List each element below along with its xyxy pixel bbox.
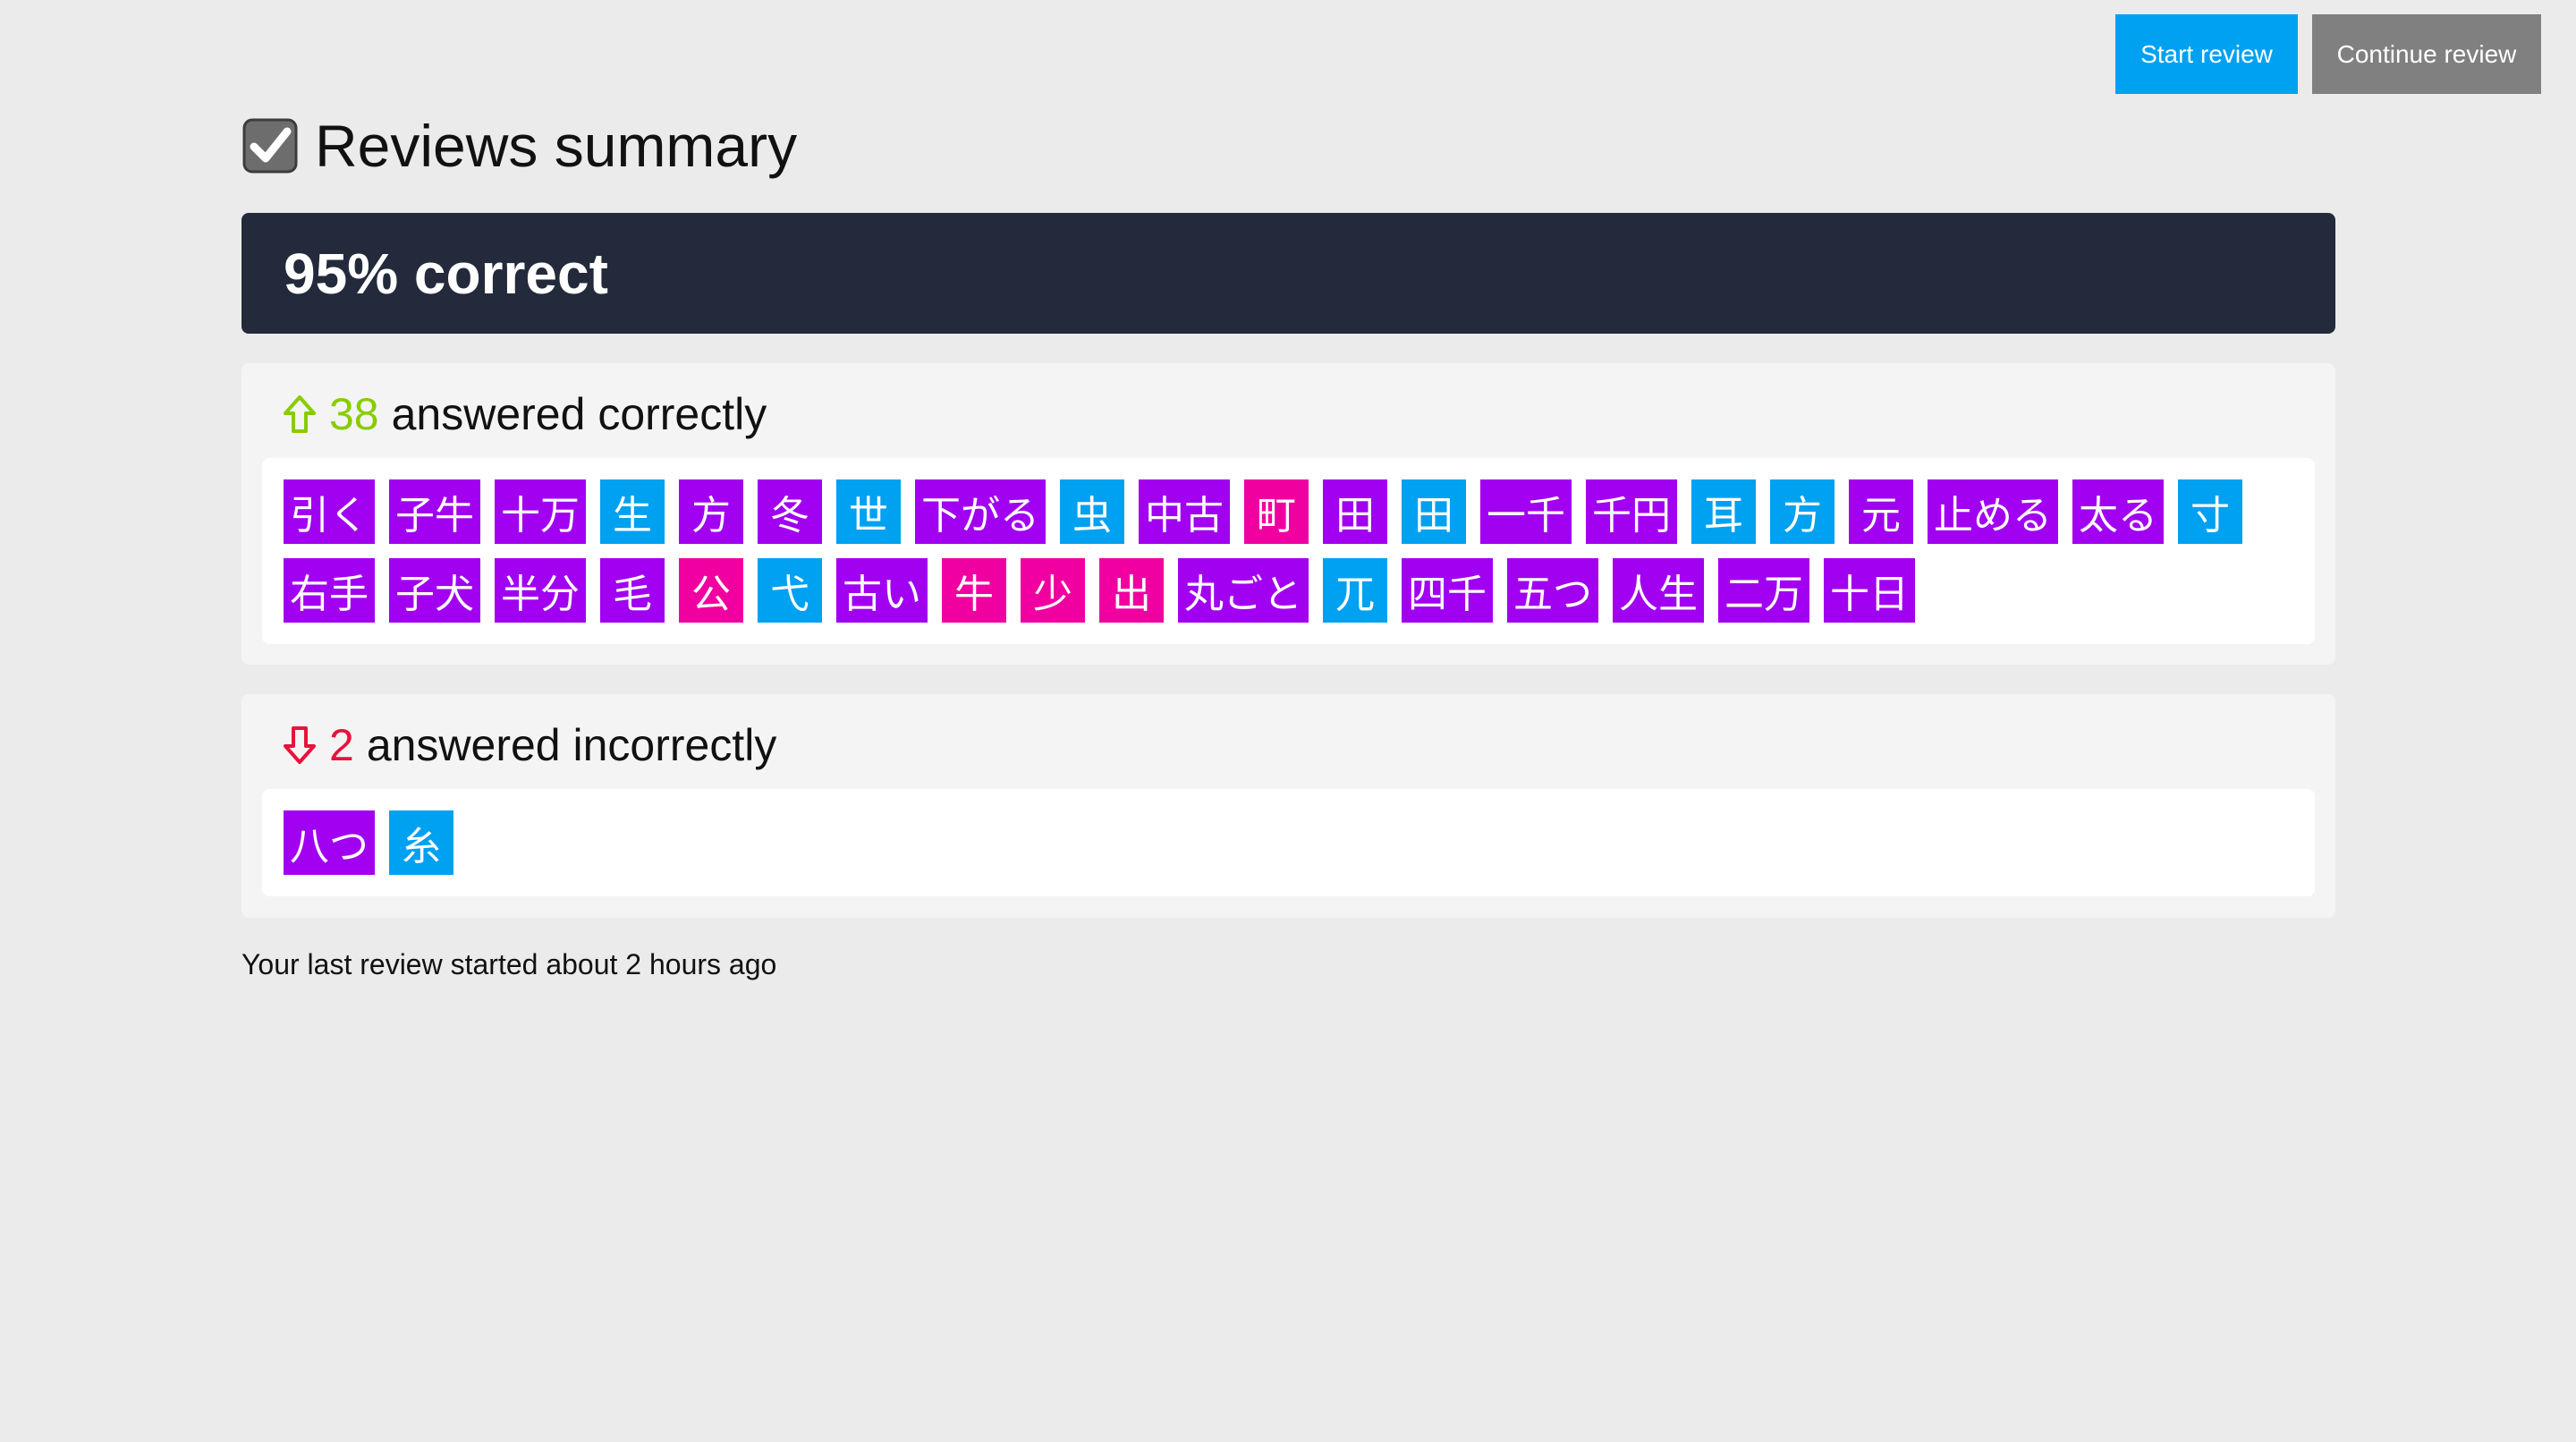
review-item-vocabulary[interactable]: 子犬 <box>389 558 480 623</box>
review-item-radical[interactable]: 生 <box>600 479 665 544</box>
review-item-radical[interactable]: 耳 <box>1691 479 1756 544</box>
review-item-vocabulary[interactable]: 田 <box>1323 479 1387 544</box>
checkbox-checked-icon <box>242 118 298 174</box>
review-item-kanji[interactable]: 出 <box>1099 558 1164 623</box>
review-item-vocabulary[interactable]: 右手 <box>284 558 375 623</box>
arrow-down-icon <box>284 726 316 764</box>
score-text: 95% correct <box>284 241 608 306</box>
correct-items-list: 引く 子牛 十万生方冬世下がる虫中古町田田一千 千円耳方元止める 太る寸右手 子犬 半分毛公… <box>284 479 2294 623</box>
review-item-vocabulary[interactable]: 方 <box>679 479 743 544</box>
review-item-kanji[interactable]: 公 <box>679 558 743 623</box>
arrow-up-icon <box>284 395 316 433</box>
review-item-kanji[interactable]: 町 <box>1244 479 1309 544</box>
incorrect-label: answered incorrectly <box>366 720 777 770</box>
review-item-vocabulary[interactable]: 毛 <box>600 558 665 623</box>
review-item-vocabulary[interactable]: 元 <box>1849 479 1913 544</box>
review-item-vocabulary[interactable]: 下がる <box>915 479 1046 544</box>
continue-review-button[interactable]: Continue review <box>2312 14 2541 94</box>
review-item-kanji[interactable]: 少 <box>1021 558 1085 623</box>
incorrect-items-box: 八つ糸 <box>262 789 2315 896</box>
incorrect-count: 2 <box>329 720 354 770</box>
review-item-vocabulary[interactable]: 冬 <box>758 479 822 544</box>
review-item-vocabulary[interactable]: 四千 <box>1402 558 1493 623</box>
review-item-vocabulary[interactable]: 二万 <box>1718 558 1809 623</box>
review-item-radical[interactable]: 田 <box>1402 479 1466 544</box>
score-banner: 95% correct <box>242 213 2335 334</box>
review-item-radical[interactable]: 虫 <box>1060 479 1124 544</box>
review-item-vocabulary[interactable]: 引く <box>284 479 375 544</box>
review-item-radical[interactable]: 方 <box>1770 479 1835 544</box>
page-title: Reviews summary <box>315 113 798 179</box>
correct-items-box: 引く 子牛 十万生方冬世下がる虫中古町田田一千 千円耳方元止める 太る寸右手 子犬 半分毛公… <box>262 458 2315 644</box>
correct-section: 38 answered correctly 引く 子牛 十万生方冬世下がる虫中古町田… <box>242 363 2335 665</box>
review-item-vocabulary[interactable]: 千円 <box>1586 479 1677 544</box>
top-toolbar: Start review Continue review <box>2115 14 2541 94</box>
review-item-radical[interactable]: 弋 <box>758 558 822 623</box>
review-item-radical[interactable]: 世 <box>836 479 901 544</box>
review-item-vocabulary[interactable]: 十日 <box>1824 558 1915 623</box>
review-item-vocabulary[interactable]: 人生 <box>1613 558 1704 623</box>
review-item-radical[interactable]: 寸 <box>2178 479 2242 544</box>
review-item-vocabulary[interactable]: 止める <box>1928 479 2058 544</box>
review-item-vocabulary[interactable]: 古い <box>836 558 928 623</box>
review-item-vocabulary[interactable]: 八つ <box>284 810 375 875</box>
incorrect-section: 2 answered incorrectly 八つ糸 <box>242 694 2335 918</box>
review-item-vocabulary[interactable]: 子牛 <box>389 479 480 544</box>
review-item-vocabulary[interactable]: 一千 <box>1480 479 1572 544</box>
start-review-button[interactable]: Start review <box>2115 14 2298 94</box>
review-item-vocabulary[interactable]: 丸ごと <box>1178 558 1309 623</box>
incorrect-section-header: 2 answered incorrectly <box>283 714 776 776</box>
correct-label: answered correctly <box>391 389 767 439</box>
correct-count: 38 <box>329 389 379 439</box>
review-item-radical[interactable]: 兀 <box>1323 558 1387 623</box>
review-item-kanji[interactable]: 牛 <box>942 558 1006 623</box>
review-item-vocabulary[interactable]: 半分 <box>495 558 586 623</box>
review-item-vocabulary[interactable]: 十万 <box>495 479 586 544</box>
review-item-radical[interactable]: 糸 <box>389 810 453 875</box>
review-item-vocabulary[interactable]: 五つ <box>1507 558 1598 623</box>
correct-section-header: 38 answered correctly <box>283 383 767 445</box>
review-item-vocabulary[interactable]: 太る <box>2072 479 2164 544</box>
last-review-text: Your last review started about 2 hours a… <box>242 948 777 980</box>
review-item-vocabulary[interactable]: 中古 <box>1139 479 1230 544</box>
page-header: Reviews summary <box>242 115 797 177</box>
incorrect-items-list: 八つ糸 <box>284 810 2294 875</box>
